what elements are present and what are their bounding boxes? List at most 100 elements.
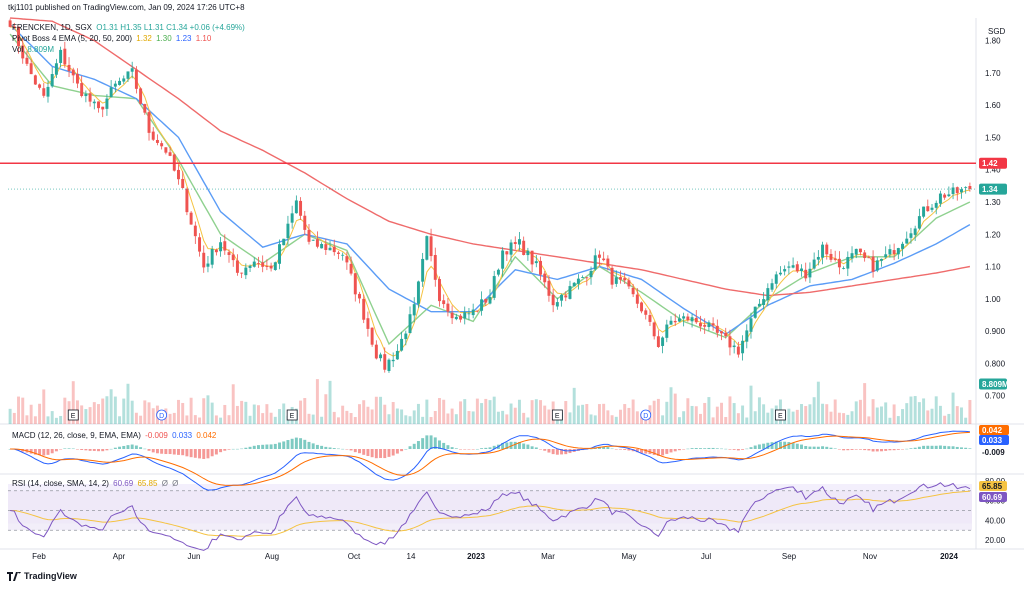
volume-bar [707, 397, 711, 424]
volume-bar [374, 396, 378, 424]
macd-hist-bar [387, 449, 391, 457]
candle-body [463, 312, 467, 319]
volume-bar [206, 395, 210, 424]
volume-bar [46, 416, 50, 424]
volume-bar [446, 413, 450, 424]
macd-label[interactable]: MACD (12, 26, close, 9, EMA, EMA) [12, 431, 141, 440]
volume-bar [134, 412, 138, 424]
candle-body [75, 73, 79, 84]
candle-body [863, 252, 867, 259]
volume-tag: 8.809M [979, 378, 1009, 390]
candle-body [151, 131, 155, 140]
time-tick-label: Jun [188, 552, 201, 561]
macd-hist-bar [715, 448, 719, 449]
volume-bar [505, 414, 509, 424]
volume-bar [800, 404, 803, 424]
candle-body [686, 316, 690, 321]
volume-bar [324, 394, 328, 424]
tradingview-logo[interactable]: TradingView [7, 571, 77, 581]
candle-body [252, 261, 256, 267]
candle-body [669, 320, 673, 325]
candle-body [652, 322, 656, 337]
candle-body [732, 345, 736, 348]
candle-body [892, 250, 896, 255]
candle-body [219, 242, 223, 252]
candle-body [400, 338, 404, 351]
candle-body [223, 241, 227, 251]
volume-bar [703, 402, 707, 424]
rsi-upper-value: Ø [161, 479, 168, 488]
macd-hist-bar [134, 445, 138, 449]
macd-hist-bar [484, 447, 488, 449]
macd-hist-bar [273, 443, 277, 449]
macd-hist-bar [850, 449, 854, 450]
marker-label: E [778, 413, 783, 420]
candle-body [80, 83, 84, 96]
candle-body [299, 200, 303, 216]
volume-bar [694, 406, 698, 424]
candle-body [425, 236, 429, 260]
candle-body [749, 318, 753, 332]
volume-bar [307, 413, 311, 424]
marker-label: D [159, 413, 164, 420]
macd-hist-bar [189, 449, 193, 458]
macd-hist-bar [842, 449, 846, 451]
price-tick-label: 1.80 [985, 37, 1001, 46]
macd-hist-bar [59, 449, 63, 450]
candle-body [383, 354, 387, 370]
candle-body [105, 98, 109, 109]
currency-label[interactable]: SGD [988, 27, 1005, 37]
volume-bar [825, 404, 829, 424]
volume-bar [724, 416, 728, 424]
macd-hist-bar [151, 449, 155, 453]
volume-bar [539, 400, 542, 424]
volume-bar [728, 396, 732, 424]
price-tick-label: 1.10 [985, 263, 1001, 272]
volume-bar [370, 409, 374, 424]
rsi-label[interactable]: RSI (14, close, SMA, 14, 2) [12, 479, 109, 488]
macd-hist-bar [623, 449, 627, 450]
time-tick-label: Feb [32, 552, 46, 561]
volume-bar [522, 412, 526, 424]
volume-bar [101, 398, 105, 424]
volume-bar [442, 399, 446, 424]
volume-bar [42, 389, 46, 424]
macd-hist-bar [383, 449, 387, 459]
symbol-label[interactable]: FRENCKEN, 1D, SGX [12, 23, 92, 32]
time-tick-label: Mar [541, 552, 555, 561]
macd-hist-bar [880, 449, 883, 452]
macd-hist-bar [610, 448, 614, 450]
volume-bar [21, 397, 25, 424]
macd-tag-text: 0.042 [982, 426, 1003, 435]
macd-hist-bar [341, 448, 345, 450]
vol-label[interactable]: Vol [12, 45, 23, 54]
volume-bar [471, 411, 475, 424]
volume-bar [172, 412, 176, 424]
volume-bar [416, 403, 420, 424]
candle-body [778, 272, 782, 275]
macd-hist-bar [614, 449, 618, 450]
macd-hist-bar [181, 449, 185, 456]
macd-hist-bar [526, 444, 530, 449]
candle-body [597, 254, 601, 258]
macd-hist-bar [97, 449, 100, 452]
time-tick-label: Nov [863, 552, 877, 561]
macd-hist-bar [753, 445, 757, 449]
dividend-marker: D [640, 409, 652, 421]
candle-body [623, 278, 627, 281]
volume-bar [126, 383, 130, 424]
macd-hist-bar [669, 449, 673, 453]
candle-body [374, 344, 378, 359]
vol-legend: Vol 8.809M [12, 45, 56, 55]
candle-body [968, 186, 972, 190]
volume-bar [328, 380, 332, 424]
candle-body [606, 258, 610, 267]
time-tick-label: 14 [407, 552, 416, 561]
macd-hist-bar [395, 449, 399, 454]
candle-body [917, 216, 921, 229]
macd-hist-bar [54, 449, 58, 452]
volume-bar [303, 398, 307, 424]
ema-legend-label[interactable]: Pivot Boss 4 EMA (5, 20, 50, 200) [12, 34, 132, 43]
volume-bar [715, 406, 719, 424]
macd-hist-bar [294, 437, 298, 449]
